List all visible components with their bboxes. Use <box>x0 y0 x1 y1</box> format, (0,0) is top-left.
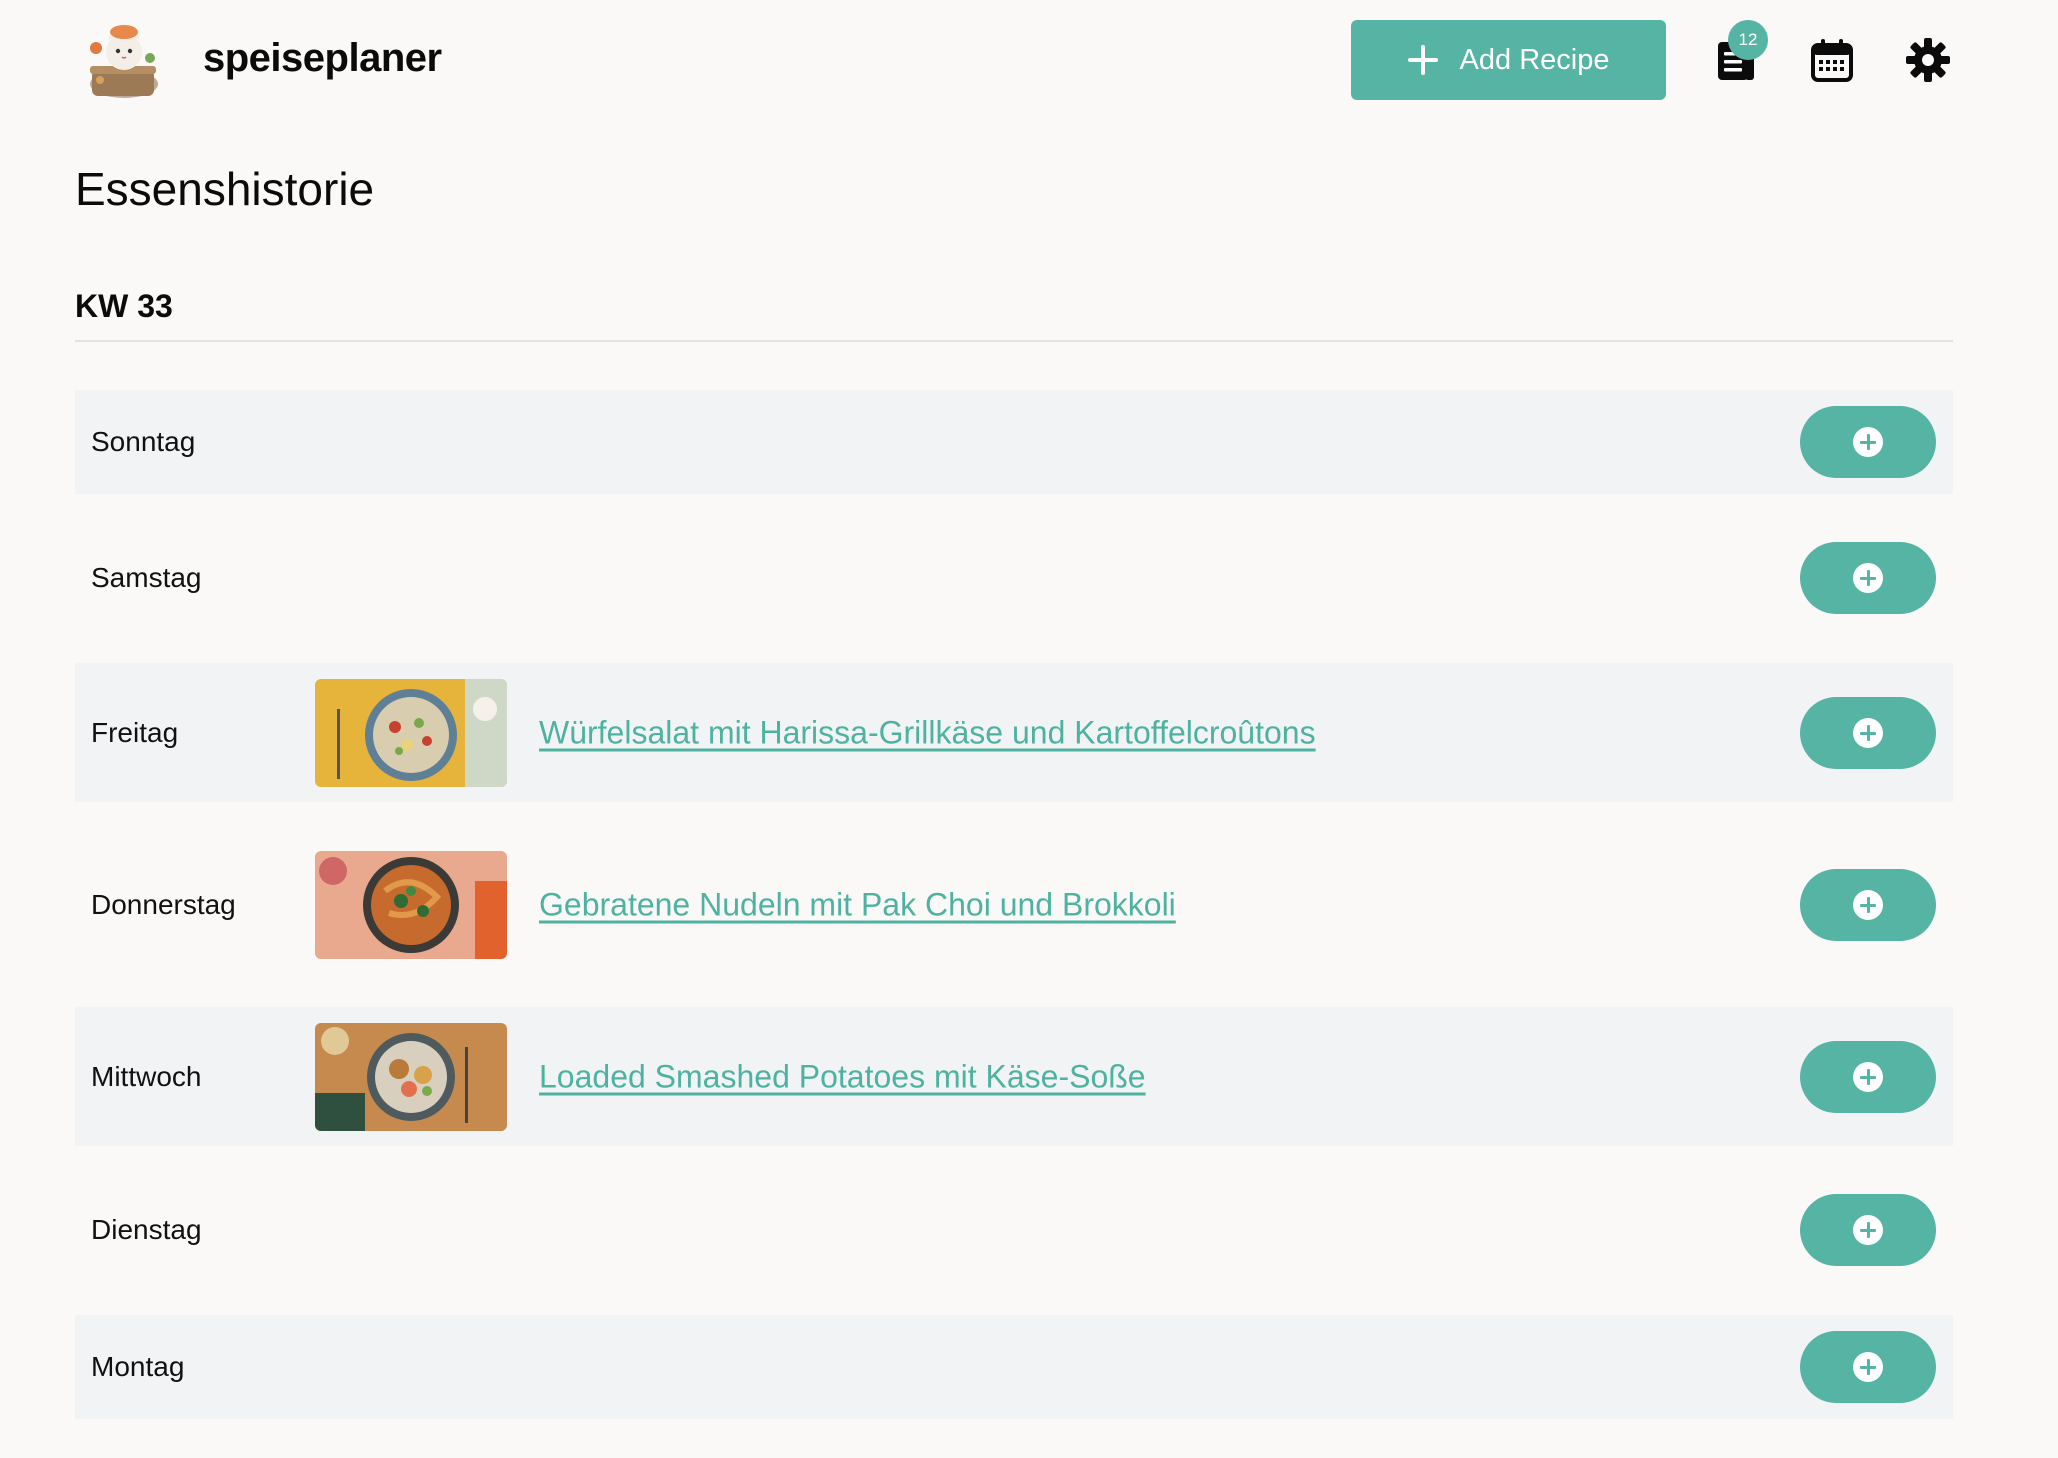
day-name: Donnerstag <box>91 888 236 920</box>
day-name: Montag <box>91 1351 185 1382</box>
page: speiseplaner Add Recipe 12 Essenshistori… <box>0 0 2058 1458</box>
day-name: Dienstag <box>91 1214 202 1245</box>
day-row-mittwoch: Mittwoch Loaded Smashed Potatoes mit Käs… <box>75 1007 1953 1146</box>
recipe-link[interactable]: Loaded Smashed Potatoes mit Käse-Soße <box>539 1058 1146 1095</box>
plus-circle-icon <box>1853 717 1883 748</box>
recipe-thumbnail[interactable] <box>315 850 507 959</box>
add-meal-button[interactable] <box>1800 868 1936 941</box>
day-row-samstag: Samstag <box>75 526 1953 630</box>
day-name: Mittwoch <box>91 1060 202 1092</box>
divider <box>75 340 1953 342</box>
plus-icon <box>1407 45 1438 75</box>
plus-circle-icon <box>1853 1061 1883 1092</box>
recipe-thumbnail[interactable] <box>315 1022 507 1131</box>
plus-circle-icon <box>1853 563 1883 593</box>
day-row-freitag: Freitag Würfelsalat mit Harissa-Grillkäs… <box>75 663 1953 802</box>
page-title: Essenshistorie <box>75 163 375 215</box>
add-meal-button[interactable] <box>1800 1194 1936 1266</box>
recipe-link[interactable]: Gebratene Nudeln mit Pak Choi und Brokko… <box>539 886 1176 923</box>
add-recipe-label: Add Recipe <box>1459 43 1610 76</box>
add-meal-button[interactable] <box>1800 1331 1936 1403</box>
add-meal-button[interactable] <box>1800 406 1936 478</box>
app-brand[interactable]: speiseplaner <box>203 36 442 81</box>
recipe-thumbnail[interactable] <box>315 678 507 787</box>
day-name: Freitag <box>91 716 179 748</box>
add-meal-button[interactable] <box>1800 696 1936 769</box>
plus-circle-icon <box>1853 889 1883 920</box>
add-recipe-button[interactable]: Add Recipe <box>1351 20 1666 100</box>
day-name: Samstag <box>91 562 202 593</box>
calendar-icon[interactable] <box>1808 36 1856 84</box>
week-label: KW 33 <box>75 288 173 324</box>
day-row-dienstag: Dienstag <box>75 1178 1953 1282</box>
app-header: speiseplaner Add Recipe 12 <box>0 0 2058 120</box>
plus-circle-icon <box>1853 1352 1883 1382</box>
recipe-link[interactable]: Würfelsalat mit Harissa-Grillkäse und Ka… <box>539 714 1316 751</box>
day-name: Sonntag <box>91 426 196 457</box>
plus-circle-icon <box>1853 1215 1883 1245</box>
shopping-list-count-badge: 12 <box>1728 20 1768 60</box>
day-row-sonntag: Sonntag <box>75 390 1953 494</box>
plus-circle-icon <box>1853 427 1883 457</box>
day-row-montag: Montag <box>75 1315 1953 1419</box>
add-meal-button[interactable] <box>1800 542 1936 614</box>
add-meal-button[interactable] <box>1800 1040 1936 1113</box>
settings-gear-icon[interactable] <box>1904 36 1952 84</box>
chef-cat-logo[interactable] <box>80 18 166 104</box>
day-row-donnerstag: Donnerstag Gebratene Nudeln mit Pak Choi… <box>75 835 1953 974</box>
